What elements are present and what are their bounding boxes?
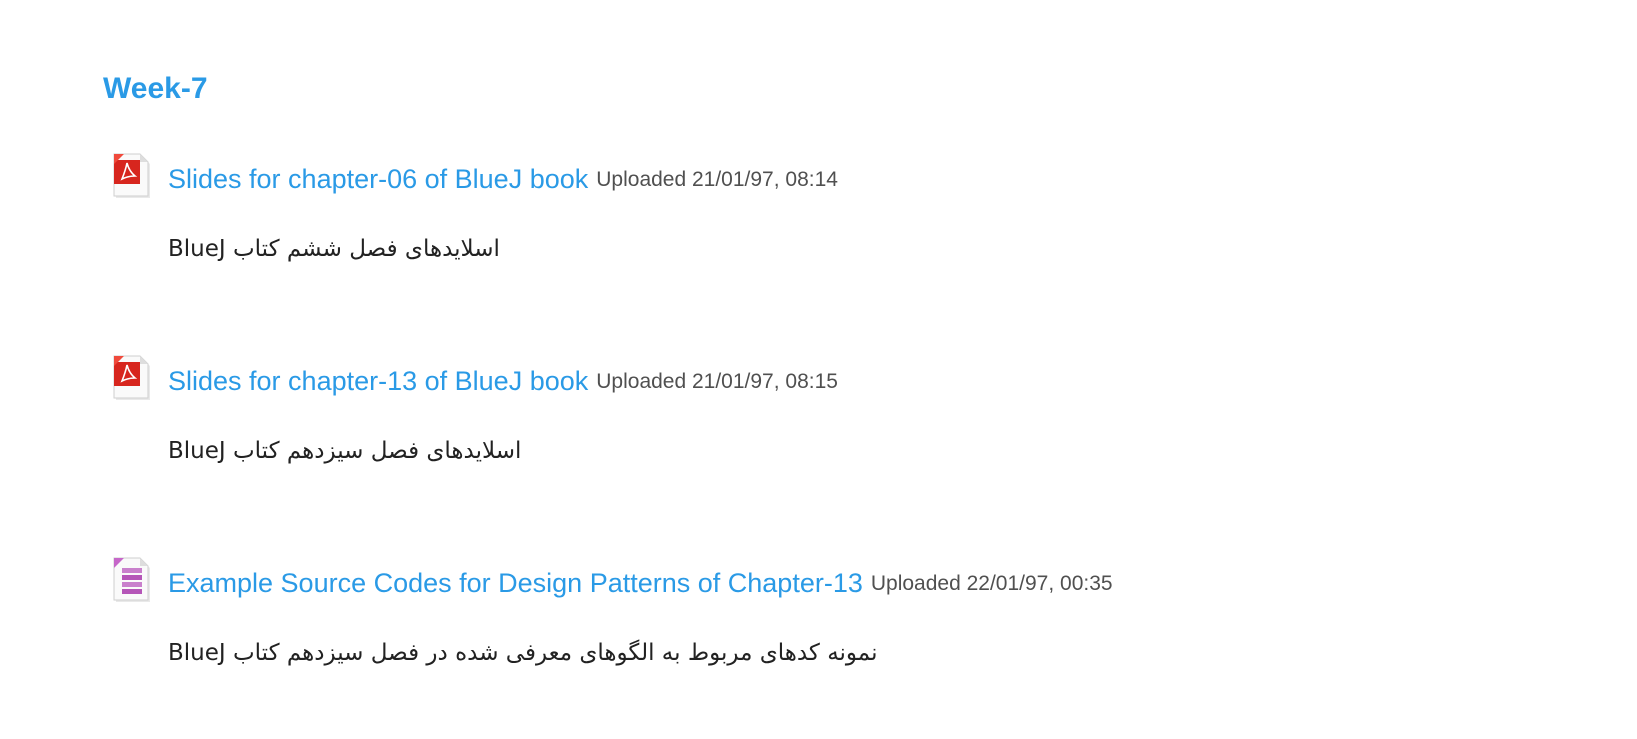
upload-info: Uploaded 22/01/97, 00:35 xyxy=(870,572,1113,595)
activity-item: Example Source Codes for Design Patterns… xyxy=(0,556,1637,696)
pdf-icon[interactable] xyxy=(110,152,154,200)
activity-link[interactable]: Slides for chapter-06 of BlueJ book xyxy=(168,164,588,195)
activity-link[interactable]: Slides for chapter-13 of BlueJ book xyxy=(168,366,588,397)
activity-link[interactable]: Example Source Codes for Design Patterns… xyxy=(168,568,863,599)
activity-instance: Slides for chapter-13 of BlueJ book Uplo… xyxy=(110,354,838,402)
activity-description: اسلایدهای فصل ششم کتاب BlueJ xyxy=(168,236,500,262)
section-title[interactable]: Week-7 xyxy=(103,70,208,108)
upload-info: Uploaded 21/01/97, 08:15 xyxy=(596,370,838,393)
archive-icon[interactable] xyxy=(110,556,154,604)
activity-description: نمونه کدهای مربوط به الگوهای معرفی شده د… xyxy=(168,640,878,666)
activity-instance: Example Source Codes for Design Patterns… xyxy=(110,556,1113,604)
course-section: Week-7 Slides for chapter-06 of BlueJ bo… xyxy=(0,0,1637,739)
activity-description: اسلایدهای فصل سیزدهم کتاب BlueJ xyxy=(168,438,522,464)
upload-info: Uploaded 21/01/97, 08:14 xyxy=(596,168,838,191)
pdf-icon[interactable] xyxy=(110,354,154,402)
activity-item: Slides for chapter-13 of BlueJ book Uplo… xyxy=(0,354,1637,494)
activity-instance: Slides for chapter-06 of BlueJ book Uplo… xyxy=(110,152,838,200)
activity-item: Slides for chapter-06 of BlueJ book Uplo… xyxy=(0,152,1637,292)
